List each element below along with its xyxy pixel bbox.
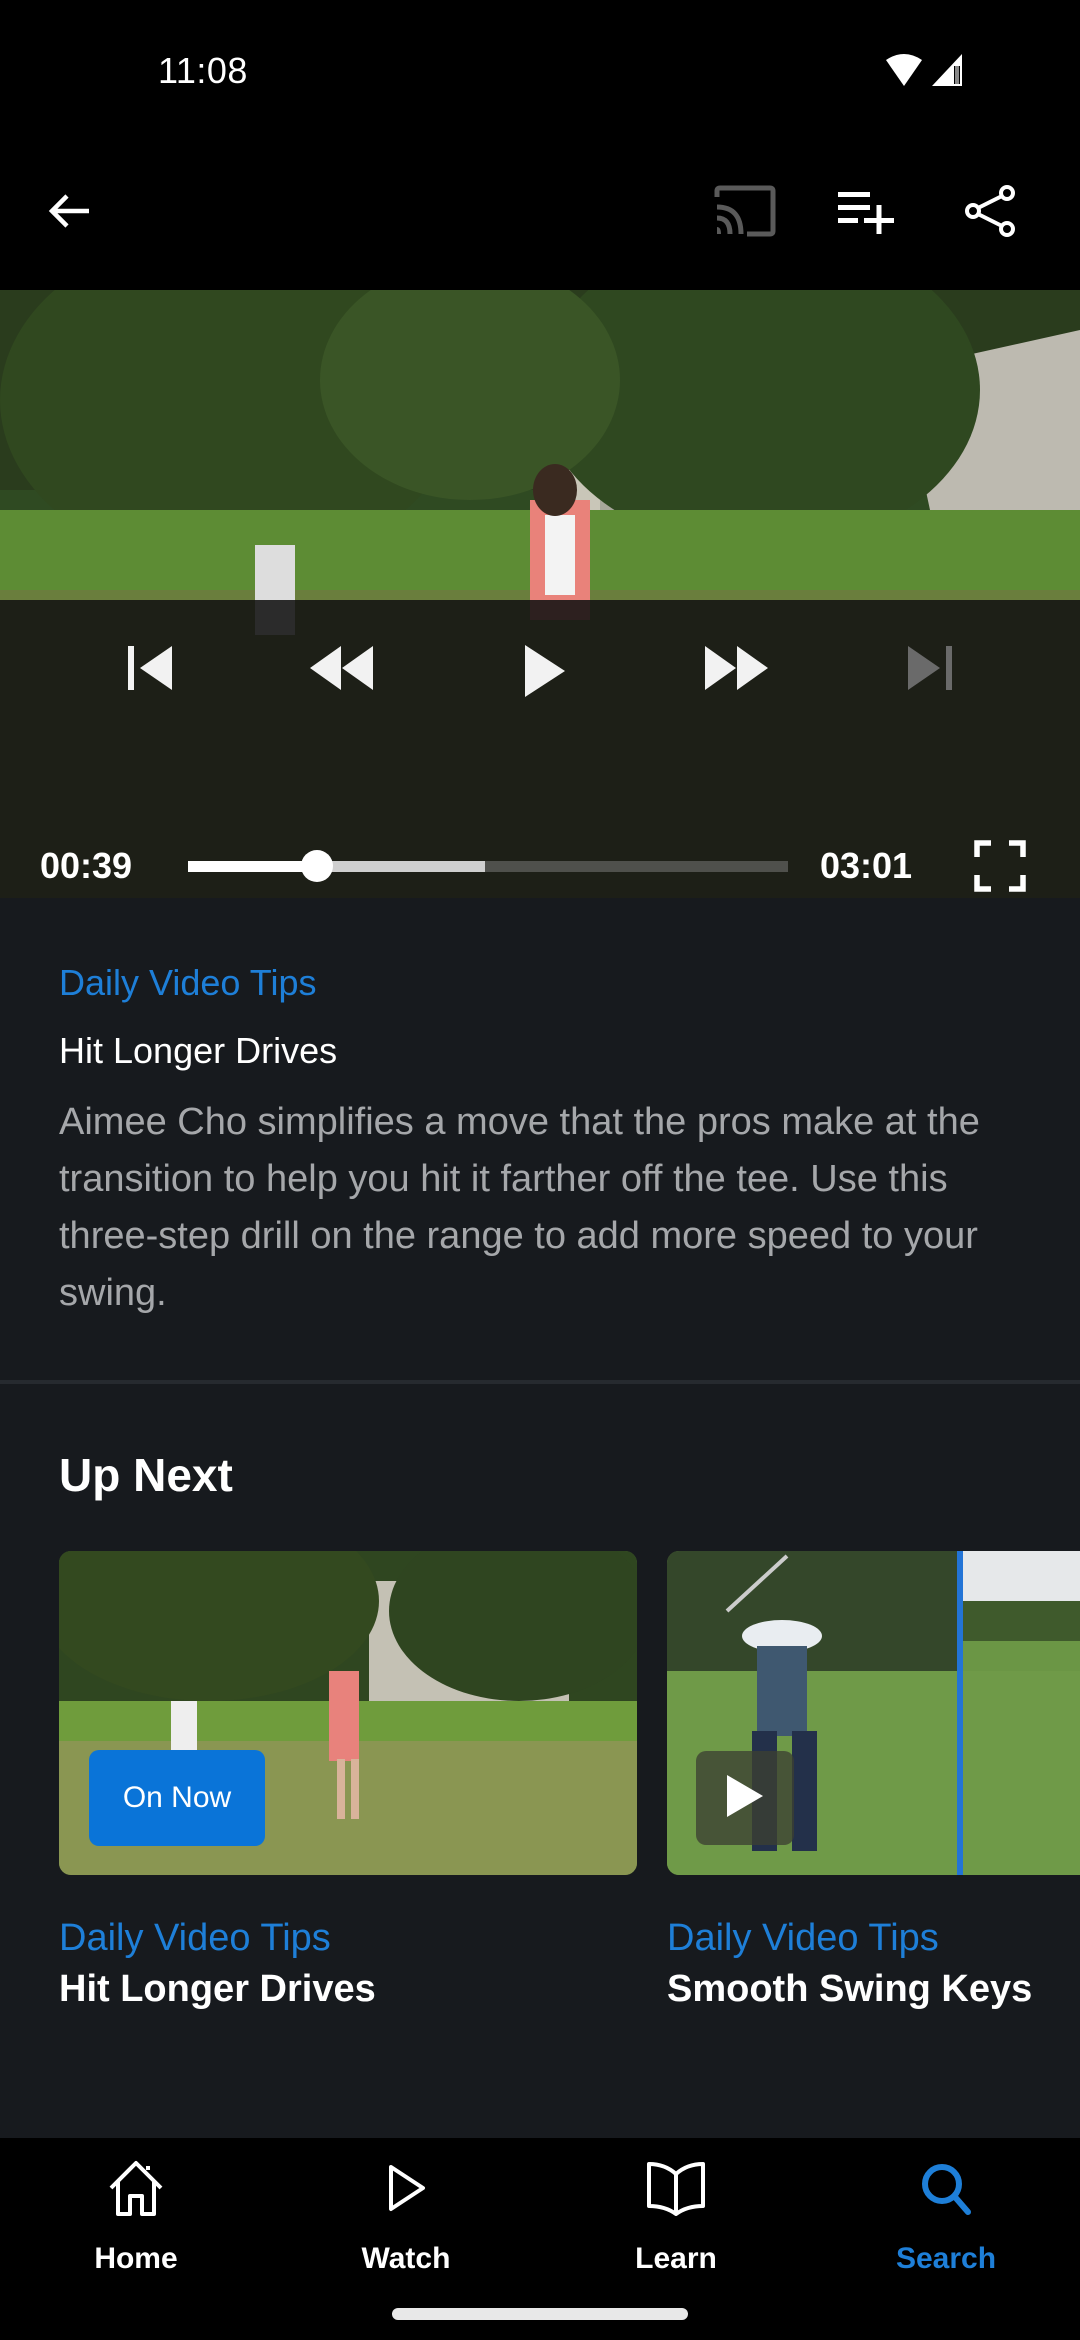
fast-forward-icon bbox=[703, 645, 769, 696]
nav-label: Home bbox=[94, 2242, 178, 2275]
up-next-heading: Up Next bbox=[59, 1449, 233, 1501]
nav-search[interactable]: Search bbox=[846, 2148, 1046, 2298]
duration: 03:01 bbox=[820, 845, 913, 886]
nav-watch[interactable]: Watch bbox=[306, 2148, 506, 2298]
skip-previous-button[interactable] bbox=[110, 630, 190, 710]
rewind-button[interactable] bbox=[302, 630, 382, 710]
play-outline-icon bbox=[371, 2148, 441, 2228]
video-category[interactable]: Daily Video Tips bbox=[59, 962, 316, 1004]
card-thumbnail[interactable]: On Now bbox=[59, 1551, 637, 1875]
card-thumbnail[interactable] bbox=[667, 1551, 1080, 1875]
rewind-icon bbox=[309, 645, 375, 696]
home-indicator[interactable] bbox=[392, 2308, 688, 2320]
current-time: 00:39 bbox=[40, 845, 133, 886]
seek-thumb[interactable] bbox=[301, 850, 333, 882]
on-now-badge: On Now bbox=[89, 1750, 265, 1846]
video-player[interactable]: 00:39 03:01 bbox=[0, 290, 1080, 898]
play-chip[interactable] bbox=[696, 1751, 794, 1845]
search-icon bbox=[911, 2148, 981, 2228]
cell-signal-icon bbox=[930, 52, 964, 93]
app-bar bbox=[0, 140, 1080, 290]
card-category[interactable]: Daily Video Tips bbox=[59, 1917, 637, 1960]
play-button[interactable] bbox=[500, 628, 590, 718]
play-icon bbox=[523, 644, 567, 703]
card-title[interactable]: Smooth Swing Keys bbox=[667, 1968, 1080, 2011]
cast-icon bbox=[713, 185, 777, 242]
card-category[interactable]: Daily Video Tips bbox=[667, 1917, 1080, 1960]
play-icon bbox=[725, 1774, 765, 1823]
nav-learn[interactable]: Learn bbox=[576, 2148, 776, 2298]
fullscreen-button[interactable] bbox=[960, 828, 1040, 898]
cast-button[interactable] bbox=[705, 173, 785, 253]
nav-label: Watch bbox=[361, 2242, 451, 2275]
skip-next-button[interactable] bbox=[890, 630, 970, 710]
share-button[interactable] bbox=[950, 173, 1030, 253]
book-icon bbox=[641, 2148, 711, 2228]
nav-label: Search bbox=[895, 2242, 997, 2275]
status-time: 11:08 bbox=[158, 50, 248, 91]
status-bar: 11:08 bbox=[0, 0, 1080, 140]
status-icons bbox=[884, 52, 964, 93]
up-next-card[interactable]: On Now Daily Video Tips Hit Longer Drive… bbox=[59, 1551, 637, 2011]
skip-previous-icon bbox=[126, 645, 174, 696]
card-title[interactable]: Hit Longer Drives bbox=[59, 1968, 637, 2011]
home-icon bbox=[101, 2148, 171, 2228]
video-description: Aimee Cho simplifies a move that the pro… bbox=[59, 1101, 980, 1314]
player-controls: 00:39 03:01 bbox=[0, 600, 1080, 898]
back-button[interactable] bbox=[30, 173, 110, 253]
playlist-add-icon bbox=[836, 188, 896, 239]
share-icon bbox=[963, 184, 1017, 243]
fullscreen-icon bbox=[974, 839, 1026, 897]
fast-forward-button[interactable] bbox=[696, 630, 776, 710]
video-title: Hit Longer Drives bbox=[59, 1030, 338, 1071]
seek-played bbox=[188, 861, 317, 872]
up-next-section: Up Next On Now Daily Video Tips Hit Long… bbox=[0, 1384, 1080, 2138]
seek-bar[interactable] bbox=[188, 850, 788, 882]
wifi-icon bbox=[884, 54, 924, 93]
nav-home[interactable]: Home bbox=[36, 2148, 236, 2298]
nav-label: Learn bbox=[635, 2242, 717, 2275]
video-info: Daily Video Tips Hit Longer Drives Aimee… bbox=[0, 898, 1080, 1382]
skip-next-icon bbox=[906, 645, 954, 696]
add-to-queue-button[interactable] bbox=[826, 173, 906, 253]
up-next-card[interactable]: Daily Video Tips Smooth Swing Keys bbox=[667, 1551, 1080, 2011]
arrow-left-icon bbox=[45, 186, 95, 241]
